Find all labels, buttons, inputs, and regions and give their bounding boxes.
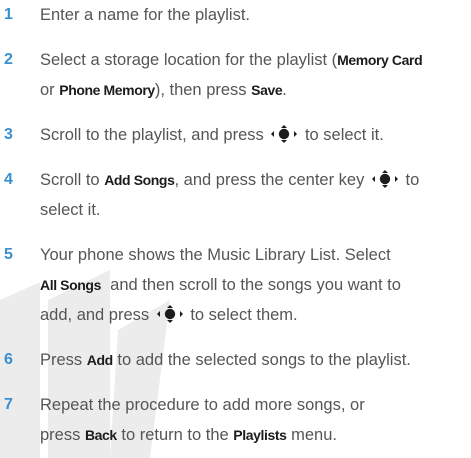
step-text: select it. [40, 201, 101, 219]
step-text: or [40, 81, 60, 99]
navigation-center-key-icon [271, 125, 298, 143]
key-save: Save [251, 82, 283, 98]
step-text: to [400, 171, 420, 189]
key-memory-card: Memory Card [337, 52, 423, 68]
key-add-songs: Add Songs [104, 172, 175, 188]
step-text: Repeat the procedure to add more songs, … [40, 396, 365, 414]
step-text: Scroll to [40, 171, 105, 189]
step-text: Press [40, 351, 87, 369]
step-line: Select a storage location for the playli… [40, 45, 468, 75]
step-text: to select them. [185, 306, 298, 324]
navigation-center-key-icon [371, 170, 398, 188]
step-text: Select a storage location for the playli… [40, 51, 338, 69]
step-line: Your phone shows the Music Library List.… [40, 240, 468, 270]
step-text: to select it. [300, 126, 384, 144]
step-line: select it. [40, 195, 468, 225]
step-text: Scroll to the playlist, and press [40, 126, 269, 144]
key-all-songs: All Songs [40, 277, 101, 293]
step-number: 1 [4, 6, 13, 23]
key-phone-memory: Phone Memory [59, 82, 155, 98]
step-text: to return to the [116, 426, 234, 444]
key-playlists: Playlists [233, 427, 287, 443]
step-text: ), then press [154, 81, 252, 99]
step-line: Repeat the procedure to add more songs, … [40, 390, 468, 420]
step-number: 6 [4, 351, 13, 368]
step-text: Your phone shows the Music Library List.… [40, 246, 391, 264]
step-text: to add the selected songs to the playlis… [112, 351, 411, 369]
step-text: add, and press [40, 306, 154, 324]
step-text: , and press the center key [174, 171, 369, 189]
step-text: . [282, 81, 287, 99]
step-text: Enter a name for the playlist. [40, 6, 251, 24]
key-back: Back [84, 427, 117, 443]
step-line: Scroll to Add Songs, and press the cente… [40, 165, 468, 195]
step-number: 5 [4, 246, 13, 263]
step-text: press [40, 426, 85, 444]
step-line: or Phone Memory), then press Save. [40, 75, 468, 105]
step-line: Scroll to the playlist, and press to sel… [40, 120, 468, 150]
step-line: All Songs and then scroll to the songs y… [40, 270, 468, 300]
step-text: and then scroll to the songs you want to [100, 276, 401, 294]
step-line: Press Add to add the selected songs to t… [40, 345, 468, 375]
step-number: 7 [4, 396, 13, 413]
step-text: menu. [286, 426, 337, 444]
step-line: press Back to return to the Playlists me… [40, 420, 468, 450]
step-number: 2 [4, 51, 13, 68]
key-add: Add [86, 352, 113, 368]
step-line: add, and press to select them. [40, 300, 468, 330]
navigation-center-key-icon [156, 305, 183, 323]
step-line: Enter a name for the playlist. [40, 0, 468, 30]
step-number: 3 [4, 126, 13, 143]
step-number: 4 [4, 171, 13, 188]
